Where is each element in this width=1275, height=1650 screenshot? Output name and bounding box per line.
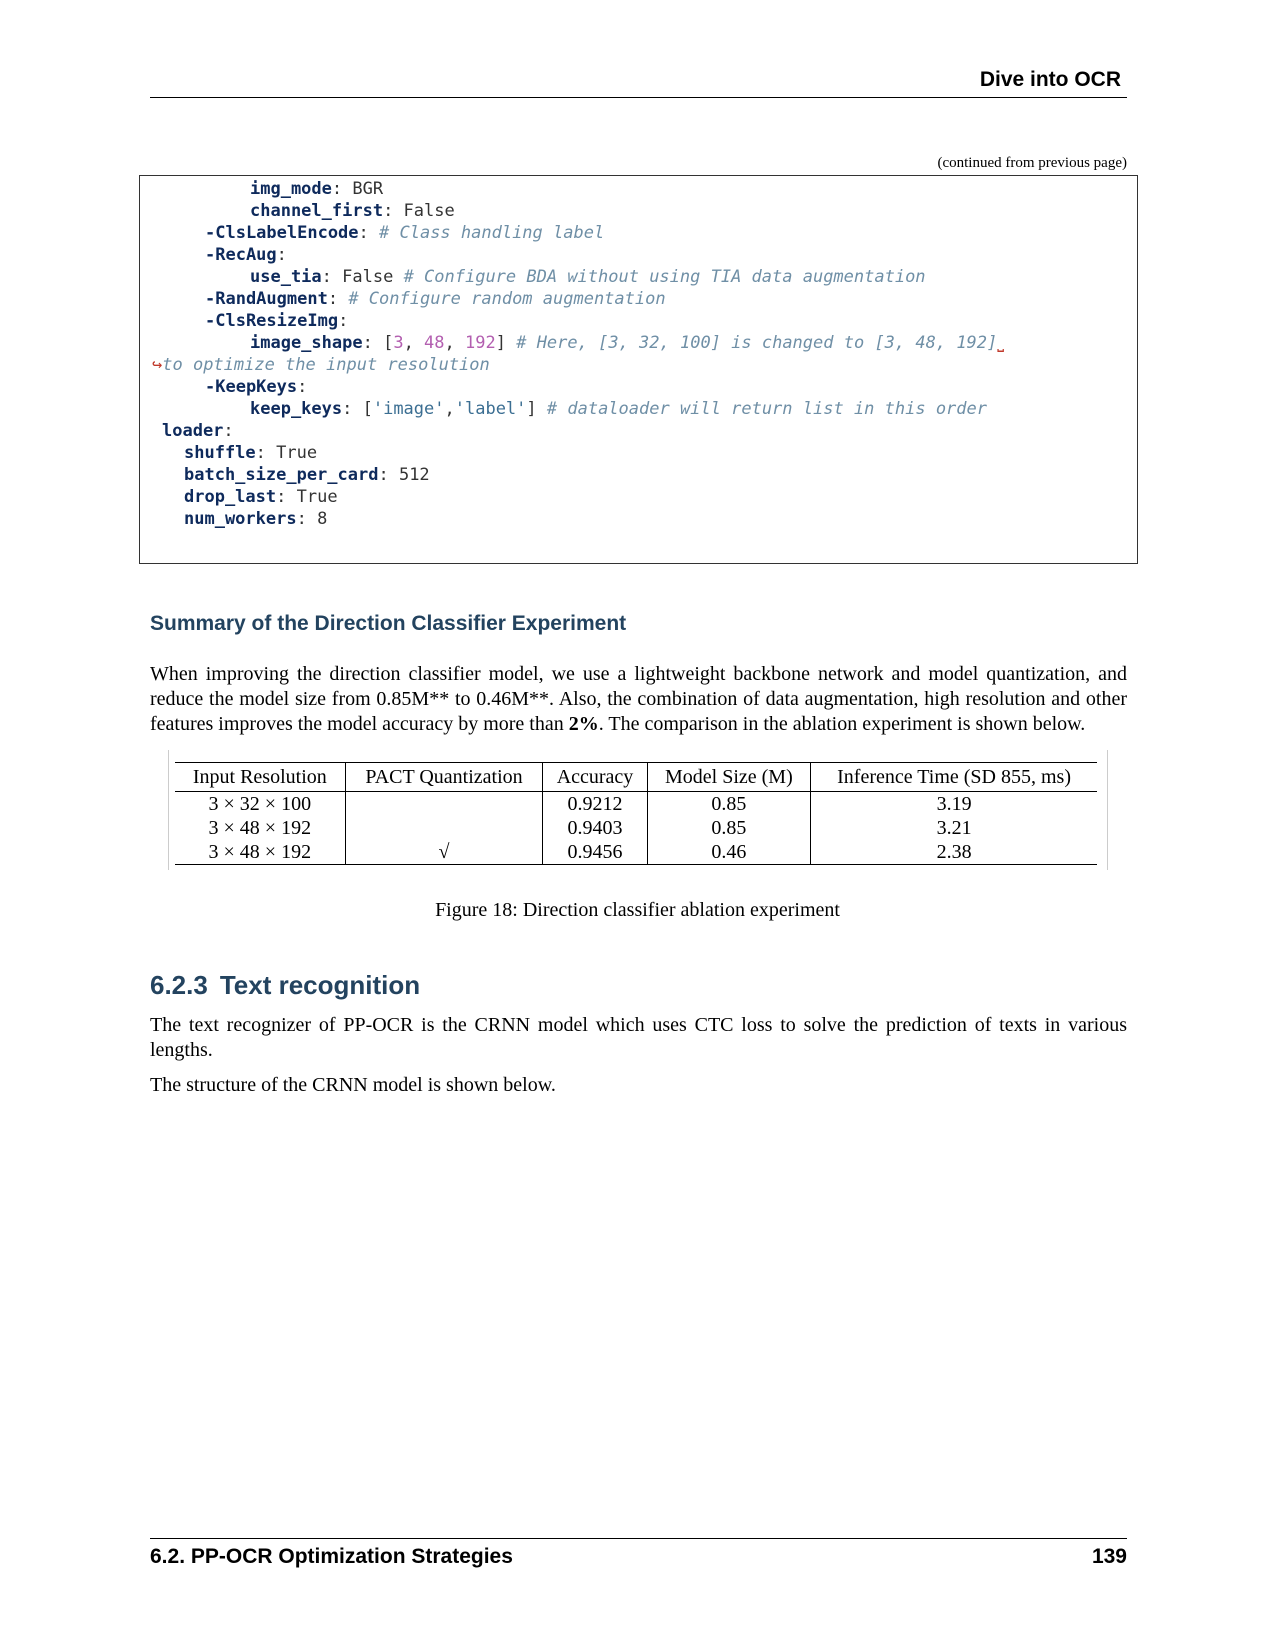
code-value: True [286,487,338,507]
table-row: 3 × 48 × 192 √ 0.9456 0.46 2.38 [175,840,1097,865]
code-line: batch_size_per_card: 512 [184,465,430,485]
code-string: 'image' [372,399,445,419]
header-title: Dive into OCR [979,68,1121,91]
code-key: -RandAugment [205,289,328,309]
document-page: Dive into OCR (continued from previous p… [0,0,1275,1650]
code-key: -ClsLabelEncode [205,223,359,243]
code-comment: # Configure random augmentation [348,289,666,309]
section-number: 6.2.3 [150,970,208,1000]
body-paragraph: The text recognizer of PP-OCR is the CRN… [150,1014,1127,1061]
code-key: keep_keys [250,399,343,419]
code-key: -ClsResizeImg [205,311,339,331]
code-key: drop_last [184,487,277,507]
code-line: -ClsLabelEncode: # Class handling label [205,223,605,243]
code-key: batch_size_per_card [184,465,379,485]
code-value: True [265,443,318,463]
code-line: drop_last: True [184,487,338,507]
code-line: -RecAug: [205,245,287,265]
column-header: Inference Time (SD 855, ms) [810,762,1097,792]
column-header: Input Resolution [175,762,346,792]
page-number: 139 [1091,1545,1127,1568]
table-cell: 3 × 32 × 100 [175,791,346,816]
code-line: num_workers: 8 [184,509,328,529]
code-line: -RandAugment: # Configure random augment… [205,289,666,309]
code-key: loader [162,421,224,441]
figure-caption: Figure 18: Direction classifier ablation… [435,899,840,921]
code-number: 3 [393,333,404,353]
code-key: image_shape [250,333,363,353]
continuation-arrow-icon: ↪ [152,355,163,375]
code-number: 48 [424,333,445,353]
code-key: use_tia [250,267,322,287]
code-key: channel_first [250,201,384,221]
table-cell: 2.38 [810,840,1097,865]
code-line: shuffle: True [184,443,318,463]
code-comment: # Class handling label [379,223,605,243]
code-number: 192 [465,333,496,353]
code-line: use_tia: False # Configure BDA without u… [250,267,926,287]
column-header: PACT Quantization [345,762,544,792]
ablation-figure: Input Resolution PACT Quantization Accur… [168,750,1108,870]
code-comment: to optimize the input resolution [162,355,490,375]
table-row: 3 × 32 × 100 0.9212 0.85 3.19 [175,791,1097,816]
code-value: False [331,267,404,287]
body-paragraph: The structure of the CRNN model is shown… [150,1074,556,1096]
summary-bold: 2% [568,713,599,735]
table-cell [345,791,544,816]
table-cell: 3.21 [936,816,972,839]
table-cell [345,816,544,840]
code-line: -KeepKeys: [205,377,308,397]
continued-note: (continued from previous page) [937,155,1127,171]
table-row: 3 × 48 × 192 0.9403 0.85 3.21 [175,816,1097,840]
code-key: img_mode [250,179,332,199]
code-value: False [393,201,455,221]
code-value: 512 [388,465,430,485]
code-line: image_shape: [3, 48, 192] # Here, [3, 32… [250,333,1005,353]
table-cell: 0.9456 [542,840,648,865]
code-value: 8 [306,509,328,529]
code-line: ↪to optimize the input resolution [152,354,490,377]
column-header: Accuracy [542,762,648,792]
running-header: Dive into OCR [150,68,1127,98]
line-wrap-marker: ⎵ [997,333,1005,353]
summary-paragraph: When improving the direction classifier … [150,662,1127,737]
code-block: img_mode: BGR channel_first: False -ClsL… [139,175,1138,564]
ablation-table: Input Resolution PACT Quantization Accur… [175,762,1097,865]
footer-chapter: 6.2. PP-OCR Optimization Strategies [150,1545,513,1568]
code-key: -KeepKeys [205,377,298,397]
code-key: num_workers [184,509,297,529]
table-cell: 3 × 48 × 192 [175,840,346,865]
table-cell: 0.9403 [542,816,648,840]
code-comment: # Here, [3, 32, 100] is changed to [3, 4… [516,333,998,353]
code-line: img_mode: BGR [250,179,384,199]
code-key: shuffle [184,443,256,463]
column-header: Model Size (M) [647,762,812,792]
code-comment: # dataloader will return list in this or… [546,399,987,419]
subsection-title: Summary of the Direction Classifier Expe… [150,612,627,635]
table-header-row: Input Resolution PACT Quantization Accur… [175,762,1097,792]
table-cell: 3.19 [936,792,972,815]
code-line: keep_keys: ['image','label'] # dataloade… [250,399,987,419]
table-cell: 0.46 [647,840,812,865]
section-heading: 6.2.3 Text recognition [150,970,420,1001]
page-footer: 6.2. PP-OCR Optimization Strategies 139 [150,1538,1127,1572]
code-line: loader: [162,421,234,441]
checkmark-icon: √ [345,840,544,865]
code-string: 'label' [454,399,527,419]
table-cell: 0.85 [647,791,812,816]
table-cell: 0.85 [647,816,812,840]
table-cell: 3 × 48 × 192 [175,816,346,840]
code-comment: # Configure BDA without using TIA data a… [403,267,926,287]
code-line: channel_first: False [250,201,455,221]
code-value: BGR [342,179,384,199]
code-line: -ClsResizeImg: [205,311,349,331]
section-title: Text recognition [219,970,421,1000]
code-key: -RecAug [205,245,277,265]
summary-text-end: . The comparison in the ablation experim… [598,713,1086,735]
table-cell: 0.9212 [542,791,648,816]
